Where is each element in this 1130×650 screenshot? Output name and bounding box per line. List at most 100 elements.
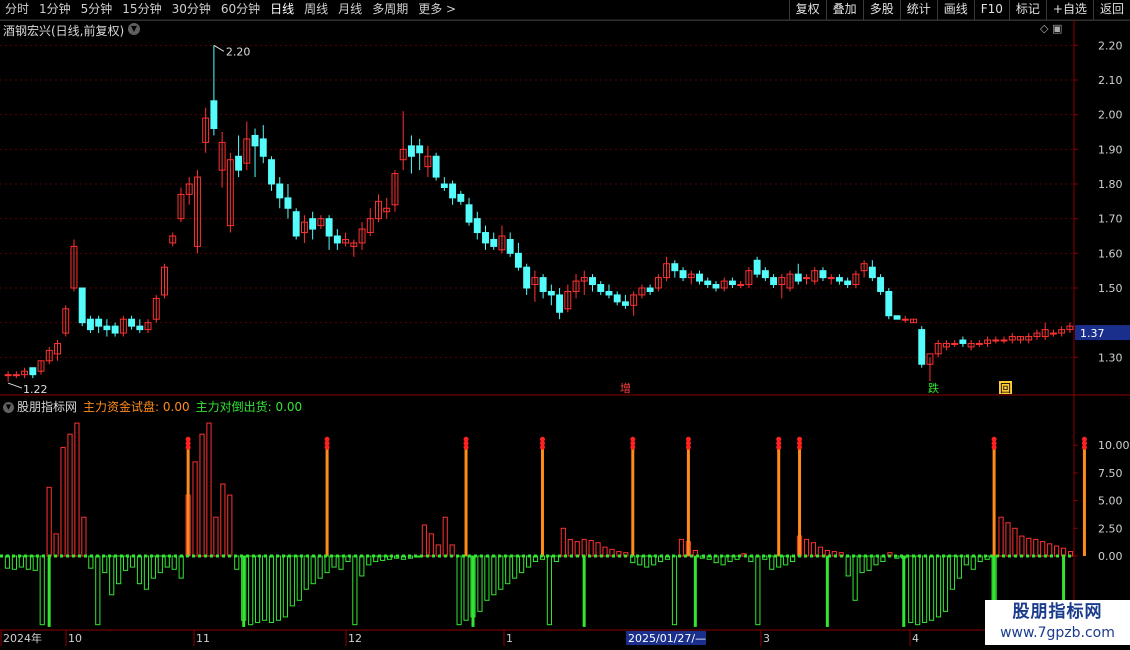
candle-body xyxy=(309,218,317,230)
indicator-bar xyxy=(525,555,532,568)
candle-body xyxy=(482,232,489,244)
candle-body xyxy=(259,138,267,157)
spike-dot xyxy=(185,436,191,442)
candle-body xyxy=(679,270,687,279)
candle-body xyxy=(103,325,111,331)
indicator-bar xyxy=(143,555,150,590)
indicator-bar xyxy=(206,422,212,557)
die-marker: 跌 xyxy=(928,381,939,395)
orange-spike xyxy=(798,445,802,556)
high-label: 2.20 xyxy=(226,45,251,58)
indicator-bar xyxy=(46,486,52,557)
green-spike xyxy=(582,556,586,627)
indicator-bar xyxy=(67,433,73,557)
indicator-bar xyxy=(74,422,80,557)
candle-body xyxy=(770,277,778,286)
candle-body xyxy=(276,183,284,199)
indicator-bar xyxy=(1019,535,1025,557)
indicator-bar xyxy=(234,555,240,570)
candle-body xyxy=(514,252,522,268)
candle-body xyxy=(728,280,736,286)
time-label: 1 xyxy=(506,632,513,645)
candle-body xyxy=(737,284,745,287)
indicator-bar xyxy=(352,555,358,626)
indicator-bar xyxy=(199,433,205,557)
candle-body xyxy=(893,315,901,320)
indicator-bar xyxy=(512,555,518,579)
candle-body xyxy=(12,374,20,377)
price-tick-label: 2.00 xyxy=(1098,109,1123,122)
candle-body xyxy=(877,277,885,292)
indicator-bar xyxy=(442,516,448,557)
time-label: 2024年 xyxy=(3,631,42,645)
indicator-bar xyxy=(289,555,295,607)
indicator-bar xyxy=(129,555,136,568)
candle-body xyxy=(712,284,720,289)
hui-marker: 回 xyxy=(1000,382,1011,395)
watermark-logo: 股朋指标网 www.7gpzb.com xyxy=(985,600,1130,645)
time-label: 10 xyxy=(68,632,82,645)
indicator-bar xyxy=(435,544,441,557)
candle-body xyxy=(325,218,333,237)
indicator-bar xyxy=(1033,538,1039,557)
indicator-bar xyxy=(1005,522,1011,557)
candle-body xyxy=(844,280,852,286)
candle-body xyxy=(78,287,86,324)
candle-body xyxy=(407,145,415,157)
indicator-bar xyxy=(53,533,59,557)
indicator-bar xyxy=(859,555,865,574)
indicator-bar xyxy=(970,555,976,570)
candle-body xyxy=(490,238,498,247)
candle-body xyxy=(794,273,802,282)
indicator-bar xyxy=(449,544,455,557)
spike-dot xyxy=(463,436,469,442)
indicator-bar xyxy=(769,555,775,570)
indicator-bar xyxy=(268,555,275,623)
indicator-bar xyxy=(803,538,810,557)
indicator-bar xyxy=(60,446,66,557)
candle-body xyxy=(556,294,564,313)
candle-body xyxy=(136,325,144,331)
indicator-bar xyxy=(303,555,309,590)
candle-body xyxy=(1000,339,1008,342)
spike-dot xyxy=(776,436,782,442)
green-spike xyxy=(693,556,697,627)
price-tick-label: 1.90 xyxy=(1098,143,1123,156)
green-spike xyxy=(471,556,475,627)
candle-body xyxy=(440,183,448,188)
candle-body xyxy=(4,374,12,377)
candle-body xyxy=(901,318,909,321)
indicator-bar xyxy=(484,555,490,601)
candle-body xyxy=(251,134,259,147)
indicator-bar xyxy=(491,555,497,596)
candle-body xyxy=(646,287,654,292)
indicator-bar xyxy=(477,555,483,612)
candle-body xyxy=(589,277,596,286)
candle-body xyxy=(605,290,613,296)
indicator-bar xyxy=(1047,543,1053,557)
indicator-bar xyxy=(32,555,38,571)
indicator-bar xyxy=(248,555,254,626)
candle-body xyxy=(621,301,629,306)
candle-body xyxy=(333,235,341,244)
indicator-bar xyxy=(25,555,31,570)
indicator-bar xyxy=(324,555,330,574)
indicator-bar xyxy=(567,538,573,557)
indicator-bar xyxy=(39,555,45,626)
candle-body xyxy=(235,155,243,171)
low-label: 1.22 xyxy=(23,383,48,396)
indicator-bar xyxy=(255,555,261,623)
candle-body xyxy=(704,280,712,286)
indicator-bar xyxy=(227,494,233,557)
indicator-bar xyxy=(595,542,601,557)
orange-spike xyxy=(777,445,781,556)
candle-body xyxy=(918,329,926,365)
indicator-bar xyxy=(942,555,949,612)
indicator-bar xyxy=(678,538,685,557)
indicator-bar xyxy=(310,555,316,585)
time-label: 3 xyxy=(763,632,770,645)
candle-body xyxy=(761,270,769,279)
kline-chart[interactable]: 2.20 2.10 2.00 1.90 1.80 1.70 1.60 1.50 1.30 2.20… xyxy=(0,0,1130,650)
indicator-bar xyxy=(317,555,323,579)
time-label: 4 xyxy=(912,632,919,645)
